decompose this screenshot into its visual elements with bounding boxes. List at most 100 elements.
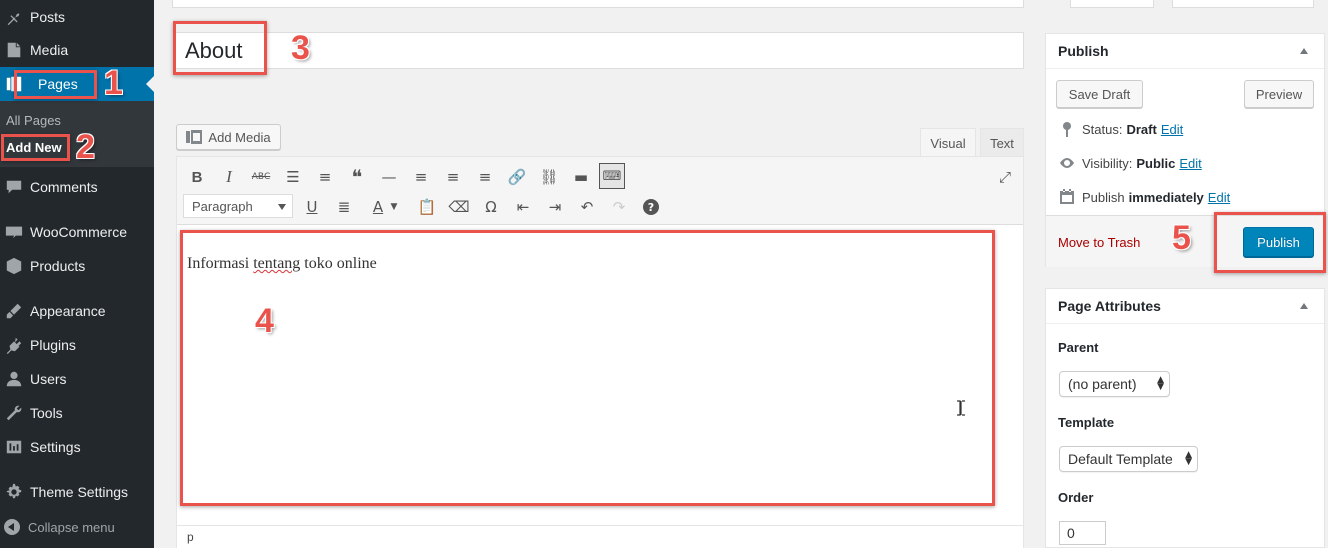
editor-toolbar: B I ABC ☰ ≡ ❝ — ≡ ≡ ≡ 🔗 ⛓ ▬ ⌨ ⤢ Paragrap… <box>177 157 1023 225</box>
justify-button[interactable]: ≣ <box>331 194 357 220</box>
status-row: Status: Draft Edit <box>1058 120 1183 138</box>
italic-button[interactable]: I <box>216 164 242 190</box>
path-label: p <box>187 530 194 544</box>
format-select[interactable]: Paragraph <box>183 194 293 218</box>
read-more-button[interactable]: ▬ <box>568 164 594 190</box>
link-icon[interactable]: 🔗 <box>504 164 530 190</box>
page-attributes-title: Page Attributes <box>1058 298 1161 314</box>
menu-item-settings[interactable]: Settings <box>0 430 154 464</box>
menu-label: Settings <box>30 439 81 455</box>
annotation-number: 3 <box>291 29 310 67</box>
strikethrough-button[interactable]: ABC <box>248 164 274 190</box>
edit-status-link[interactable]: Edit <box>1161 122 1183 137</box>
align-right-button[interactable]: ≡ <box>472 164 498 190</box>
bold-button[interactable]: B <box>184 164 210 190</box>
edit-schedule-link[interactable]: Edit <box>1208 190 1230 205</box>
fullscreen-icon[interactable]: ⤢ <box>992 164 1018 190</box>
box-icon <box>4 257 24 275</box>
menu-item-theme-settings[interactable]: Theme Settings <box>0 475 154 509</box>
status-value: Draft <box>1126 121 1157 137</box>
indent-icon[interactable]: ⇥ <box>542 194 568 220</box>
outdent-icon[interactable]: ⇤ <box>510 194 536 220</box>
parent-select[interactable]: (no parent) ▲ ▼ <box>1059 371 1170 397</box>
help-icon[interactable]: ? <box>638 194 664 220</box>
annotation-box-title <box>173 21 267 75</box>
menu-label: Users <box>30 371 67 387</box>
horizontal-line-button[interactable]: — <box>376 164 402 190</box>
save-draft-button[interactable]: Save Draft <box>1056 80 1143 108</box>
visibility-label: Visibility: <box>1082 155 1133 171</box>
gear-icon <box>4 483 24 501</box>
menu-item-comments[interactable]: Comments <box>0 170 154 204</box>
brush-icon <box>4 302 24 320</box>
editor-path: p <box>177 525 1023 548</box>
menu-item-tools[interactable]: Tools <box>0 396 154 430</box>
annotation-box-content <box>180 230 995 506</box>
menu-label: Appearance <box>30 303 106 319</box>
annotation-number: 4 <box>255 302 274 340</box>
redo-icon[interactable]: ↷ <box>606 194 632 220</box>
publish-box-header[interactable]: Publish <box>1046 34 1324 69</box>
collapse-label: Collapse menu <box>28 519 115 535</box>
annotation-number: 1 <box>104 64 123 102</box>
preview-button[interactable]: Preview <box>1244 80 1314 108</box>
menu-label: Media <box>30 42 69 58</box>
paste-text-icon[interactable]: 📋 <box>414 194 440 220</box>
publish-value: immediately <box>1128 189 1204 205</box>
tab-text[interactable]: Text <box>980 128 1024 157</box>
menu-item-media[interactable]: Media <box>0 33 154 67</box>
template-label: Template <box>1058 415 1115 430</box>
publish-label: Publish <box>1082 189 1125 205</box>
blockquote-button[interactable]: ❝ <box>344 164 370 190</box>
menu-item-woocommerce[interactable]: WooCommerce <box>0 215 154 249</box>
notice-strip <box>172 0 1024 8</box>
collapse-arrow-icon[interactable] <box>1300 48 1308 54</box>
template-select[interactable]: Default Template ▲ ▼ <box>1059 446 1198 472</box>
numbered-list-button[interactable]: ≡ <box>312 164 338 190</box>
submenu-all-pages[interactable]: All Pages <box>6 113 61 128</box>
collapse-arrow-icon <box>4 519 20 535</box>
parent-value: (no parent) <box>1068 376 1137 392</box>
menu-item-appearance[interactable]: Appearance <box>0 294 154 328</box>
parent-label: Parent <box>1058 340 1099 355</box>
page-attributes-header[interactable]: Page Attributes <box>1046 289 1324 324</box>
order-input[interactable] <box>1059 521 1106 545</box>
menu-label: Posts <box>30 9 66 25</box>
edit-visibility-link[interactable]: Edit <box>1179 156 1201 171</box>
add-media-button[interactable]: Add Media <box>176 124 281 150</box>
chevron-down-icon[interactable]: ▼ <box>387 194 401 220</box>
pin-icon <box>1058 120 1076 138</box>
annotation-number: 2 <box>76 128 95 166</box>
special-character-icon[interactable]: Ω <box>478 194 504 220</box>
menu-label: Products <box>30 258 86 274</box>
media-icon <box>186 130 203 144</box>
move-to-trash-link[interactable]: Move to Trash <box>1058 235 1140 250</box>
status-label: Status: <box>1082 121 1123 137</box>
annotation-number: 5 <box>1172 219 1191 257</box>
align-left-button[interactable]: ≡ <box>408 164 434 190</box>
menu-label: WooCommerce <box>30 224 127 240</box>
menu-item-users[interactable]: Users <box>0 362 154 396</box>
comment-icon <box>4 178 24 196</box>
help-tab[interactable] <box>1172 0 1314 8</box>
toolbar-toggle-button[interactable]: ⌨ <box>599 163 625 189</box>
collapse-menu[interactable]: Collapse menu <box>0 514 154 540</box>
screen-options-tab[interactable] <box>1070 0 1154 8</box>
undo-icon[interactable]: ↶ <box>574 194 600 220</box>
collapse-arrow-icon[interactable] <box>1300 303 1308 309</box>
media-icon <box>4 41 24 59</box>
menu-item-plugins[interactable]: Plugins <box>0 328 154 362</box>
align-center-button[interactable]: ≡ <box>440 164 466 190</box>
calendar-icon <box>1058 188 1076 206</box>
menu-item-products[interactable]: Products <box>0 249 154 283</box>
unlink-icon[interactable]: ⛓ <box>536 164 562 190</box>
tab-visual[interactable]: Visual <box>920 128 976 157</box>
clear-formatting-icon[interactable]: ⌫ <box>446 194 472 220</box>
template-value: Default Template <box>1068 451 1173 467</box>
bullet-list-button[interactable]: ☰ <box>280 164 306 190</box>
menu-label: Plugins <box>30 337 76 353</box>
underline-button[interactable]: U <box>299 194 325 220</box>
menu-item-posts[interactable]: Posts <box>0 0 154 34</box>
pin-icon <box>4 8 24 26</box>
schedule-row: Publish immediately Edit <box>1058 188 1230 206</box>
